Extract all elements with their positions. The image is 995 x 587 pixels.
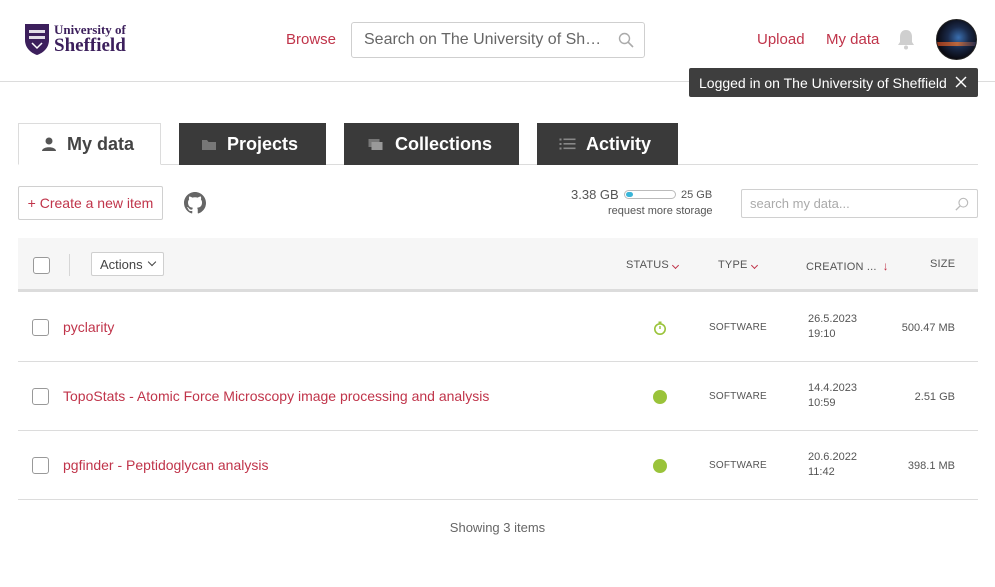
tab-collections[interactable]: Collections — [344, 123, 519, 165]
item-title-link[interactable]: pyclarity — [63, 319, 114, 335]
my-data-search-input[interactable] — [750, 196, 950, 211]
notifications-bell-icon[interactable] — [896, 28, 916, 50]
tab-label: My data — [67, 133, 135, 154]
column-header-type[interactable]: TYPE — [718, 259, 758, 271]
row-checkbox[interactable] — [32, 319, 49, 336]
chevron-down-icon — [147, 257, 156, 267]
pending-status-icon — [654, 321, 666, 335]
login-toast: Logged in on The University of Sheffield — [689, 68, 978, 97]
column-label: CREATION ... — [806, 261, 877, 273]
item-title-link[interactable]: TopoStats - Atomic Force Microscopy imag… — [63, 388, 489, 404]
tab-projects[interactable]: Projects — [179, 123, 326, 165]
list-icon — [559, 138, 576, 150]
item-creation-date: 20.6.2022 11:42 — [808, 450, 857, 480]
nav-upload-link[interactable]: Upload — [757, 31, 805, 48]
create-new-item-button[interactable]: + Create a new item — [18, 186, 163, 220]
tab-label: Collections — [395, 133, 493, 154]
tab-label: Projects — [227, 133, 299, 154]
actions-dropdown[interactable]: Actions — [91, 252, 164, 276]
storage-progress-fill — [626, 192, 633, 197]
table-row[interactable]: TopoStats - Atomic Force Microscopy imag… — [18, 362, 978, 431]
tab-label: Activity — [586, 133, 652, 154]
items-count: Showing 3 items — [449, 520, 546, 535]
published-status-icon — [653, 459, 667, 473]
table-row[interactable]: pgfinder - Peptidoglycan analysis SOFTWA… — [18, 431, 978, 500]
item-creation-date: 14.4.2023 10:59 — [808, 381, 857, 411]
column-header-creation[interactable]: CREATION ... ↓ — [806, 259, 889, 273]
github-icon[interactable] — [184, 192, 206, 214]
tab-activity[interactable]: Activity — [537, 123, 678, 165]
actions-label: Actions — [100, 256, 143, 272]
item-type: SOFTWARE — [709, 460, 767, 471]
column-label: STATUS — [626, 259, 669, 271]
university-logo[interactable]: University of Sheffield — [24, 22, 126, 56]
my-data-search[interactable] — [741, 189, 978, 218]
sort-down-arrow-icon: ↓ — [882, 259, 889, 273]
published-status-icon — [653, 390, 667, 404]
date-text: 14.4.2023 — [808, 382, 857, 394]
item-type: SOFTWARE — [709, 391, 767, 402]
search-icon[interactable] — [618, 32, 634, 48]
storage-progress-bar — [624, 190, 676, 199]
table-header: Actions STATUS TYPE CREATION ... ↓ SIZE — [18, 238, 978, 292]
global-search-input[interactable] — [364, 31, 604, 49]
column-header-size[interactable]: SIZE — [930, 258, 955, 270]
close-icon[interactable] — [954, 75, 968, 89]
global-search[interactable] — [351, 22, 645, 58]
chevron-down-icon — [750, 261, 758, 270]
shield-logo-icon — [25, 24, 49, 55]
column-header-status[interactable]: STATUS — [626, 259, 680, 271]
storage-total: 25 GB — [681, 189, 713, 201]
storage-used: 3.38 GB — [571, 187, 619, 202]
logo-line-2: Sheffield — [54, 35, 126, 56]
folder-icon — [202, 140, 216, 150]
item-type: SOFTWARE — [709, 322, 767, 333]
time-text: 10:59 — [808, 397, 836, 409]
time-text: 19:10 — [808, 328, 836, 340]
column-label: SIZE — [930, 258, 956, 270]
nav-my-data-link[interactable]: My data — [826, 31, 879, 48]
item-title-link[interactable]: pgfinder - Peptidoglycan analysis — [63, 457, 268, 473]
select-all-checkbox[interactable] — [33, 257, 50, 274]
item-size: 398.1 MB — [907, 460, 955, 472]
time-text: 11:42 — [808, 466, 835, 478]
user-icon — [42, 137, 56, 151]
toast-message: Logged in on The University of Sheffield — [699, 74, 947, 91]
user-avatar[interactable] — [936, 19, 977, 60]
collections-icon — [368, 139, 383, 150]
item-creation-date: 26.5.2023 19:10 — [808, 312, 857, 342]
column-label: TYPE — [718, 259, 748, 271]
chevron-down-icon — [671, 261, 680, 270]
item-size: 500.47 MB — [901, 322, 955, 334]
request-more-storage-link[interactable]: request more storage — [608, 205, 713, 217]
date-text: 20.6.2022 — [808, 451, 857, 463]
main-tabs: My data Projects Collections Activity — [18, 123, 978, 165]
date-text: 26.5.2023 — [808, 313, 857, 325]
row-checkbox[interactable] — [32, 388, 49, 405]
header-divider — [69, 254, 70, 276]
table-row[interactable]: pyclarity SOFTWARE 26.5.2023 19:10 500.4… — [18, 293, 978, 362]
search-icon[interactable] — [955, 197, 969, 211]
row-checkbox[interactable] — [32, 457, 49, 474]
item-size: 2.51 GB — [914, 391, 955, 403]
tab-my-data[interactable]: My data — [18, 123, 161, 165]
nav-browse-link[interactable]: Browse — [286, 31, 336, 48]
